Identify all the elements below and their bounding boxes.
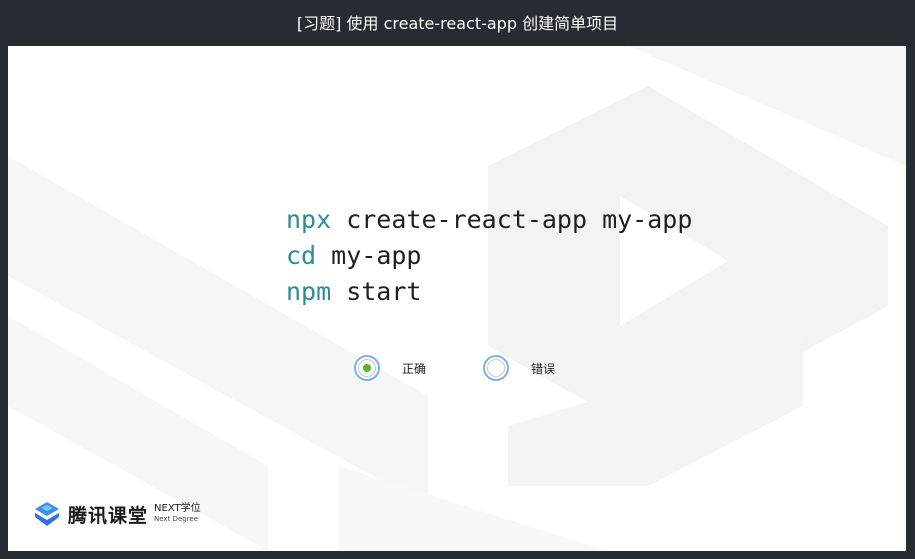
radio-inner-ring [487,359,505,377]
brand-tag-bottom: Next Degree [154,515,199,523]
radio-correct[interactable] [354,355,380,381]
code-command: cd [286,241,317,270]
radio-inner-ring [358,359,376,377]
option-correct[interactable]: 正确 [354,355,426,381]
code-line: npm start [286,274,692,310]
option-wrong[interactable]: 错误 [483,355,555,381]
code-args: start [331,277,422,306]
brand-name: 腾讯课堂 [68,504,149,527]
exercise-title: [习题] 使用 create-react-app 创建简单项目 [296,14,619,33]
code-args: my-app [316,241,422,270]
radio-wrong[interactable] [483,355,509,381]
code-command: npx [286,205,332,234]
tencent-classroom-logo-icon [35,502,59,526]
code-args: create-react-app my-app [331,205,693,234]
option-wrong-label: 错误 [531,361,556,376]
answer-options: 正确 错误 [354,355,634,389]
radio-selected-dot [363,364,371,372]
code-line: cd my-app [286,238,692,274]
code-block: npx create-react-app my-app cd my-app np… [286,202,692,310]
code-line: npx create-react-app my-app [286,202,692,238]
option-correct-label: 正确 [402,361,427,376]
window-title-bar: [习题] 使用 create-react-app 创建简单项目 [0,0,915,44]
brand-logo: 腾讯课堂 NEXT学位 Next Degree [32,499,201,529]
slide-area: npx create-react-app my-app cd my-app np… [8,46,906,551]
code-command: npm [286,277,332,306]
brand-tag: NEXT学位 Next Degree [154,504,201,524]
brand-tag-top: NEXT学位 [154,503,201,514]
